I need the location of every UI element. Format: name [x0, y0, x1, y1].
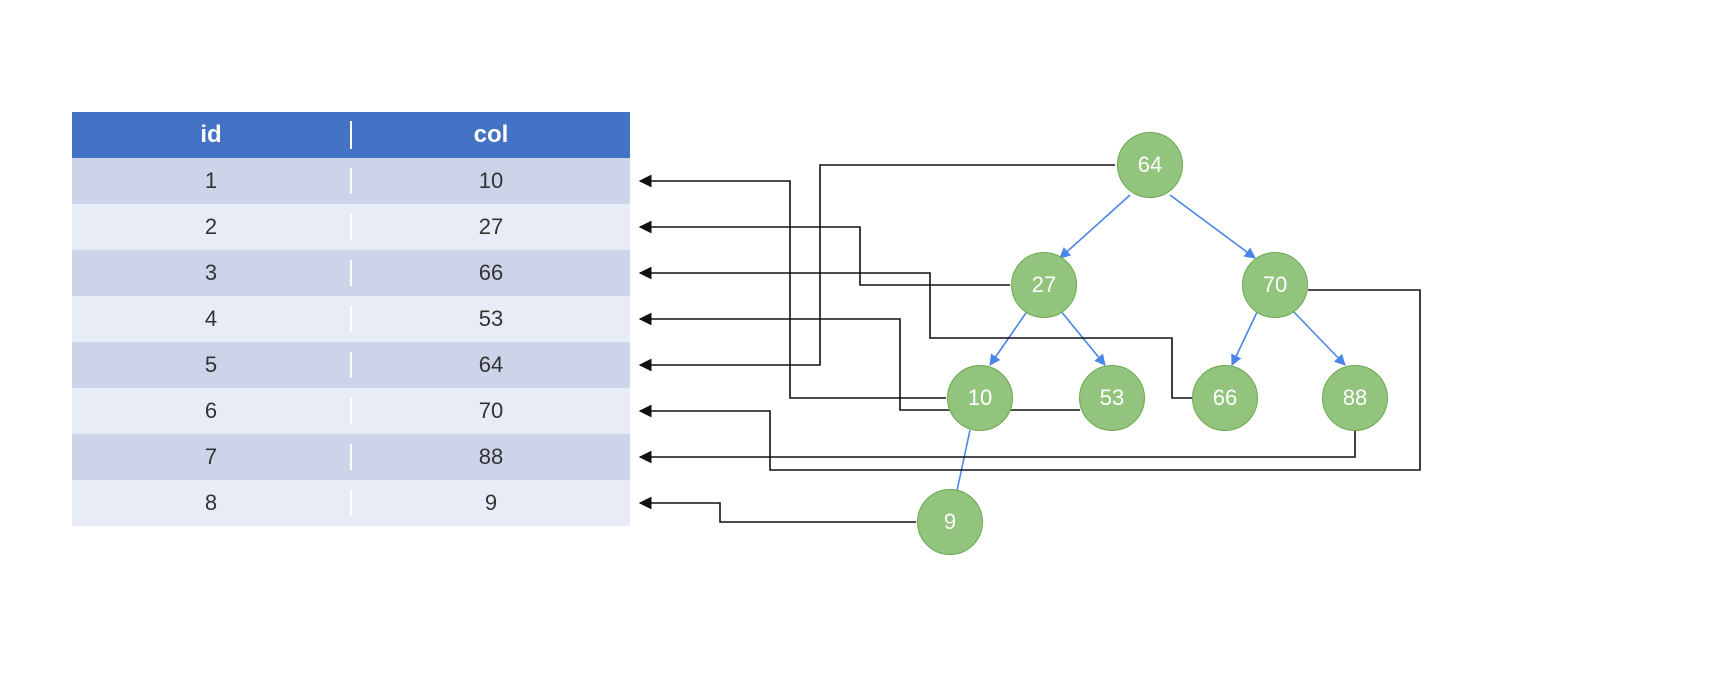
pointer-edges: [640, 165, 1420, 522]
table-row: 8 9: [72, 480, 630, 526]
node-label: 64: [1138, 152, 1162, 178]
cell-col: 64: [352, 352, 630, 378]
table-row: 2 27: [72, 204, 630, 250]
node-label: 9: [944, 509, 956, 535]
tree-node-root: 64: [1117, 132, 1183, 198]
cell-id: 4: [72, 306, 352, 332]
cell-col: 88: [352, 444, 630, 470]
diagram-stage: id col 1 10 2 27 3 66 4 53 5 64 6 70 7 8: [0, 0, 1732, 688]
node-label: 88: [1343, 385, 1367, 411]
cell-col: 9: [352, 490, 630, 516]
cell-col: 10: [352, 168, 630, 194]
tree-node-lr: 53: [1079, 365, 1145, 431]
table-row: 1 10: [72, 158, 630, 204]
cell-id: 6: [72, 398, 352, 424]
node-label: 53: [1100, 385, 1124, 411]
node-label: 10: [968, 385, 992, 411]
tree-node-rr: 88: [1322, 365, 1388, 431]
cell-col: 53: [352, 306, 630, 332]
col-header-col: col: [352, 121, 630, 149]
tree-node-l: 27: [1011, 252, 1077, 318]
tree-node-r: 70: [1242, 252, 1308, 318]
tree-edges: [955, 195, 1345, 500]
cell-id: 5: [72, 352, 352, 378]
cell-id: 7: [72, 444, 352, 470]
node-label: 70: [1263, 272, 1287, 298]
col-header-id: id: [72, 121, 352, 149]
tree-node-lll: 9: [917, 489, 983, 555]
cell-id: 2: [72, 214, 352, 240]
cell-col: 66: [352, 260, 630, 286]
cell-col: 70: [352, 398, 630, 424]
tree-node-rl: 66: [1192, 365, 1258, 431]
tree-node-ll: 10: [947, 365, 1013, 431]
data-table: id col 1 10 2 27 3 66 4 53 5 64 6 70 7 8: [72, 112, 630, 526]
table-header: id col: [72, 112, 630, 158]
table-row: 6 70: [72, 388, 630, 434]
cell-id: 3: [72, 260, 352, 286]
table-row: 4 53: [72, 296, 630, 342]
cell-id: 8: [72, 490, 352, 516]
table-row: 7 88: [72, 434, 630, 480]
table-row: 3 66: [72, 250, 630, 296]
node-label: 66: [1213, 385, 1237, 411]
cell-col: 27: [352, 214, 630, 240]
node-label: 27: [1032, 272, 1056, 298]
table-row: 5 64: [72, 342, 630, 388]
cell-id: 1: [72, 168, 352, 194]
